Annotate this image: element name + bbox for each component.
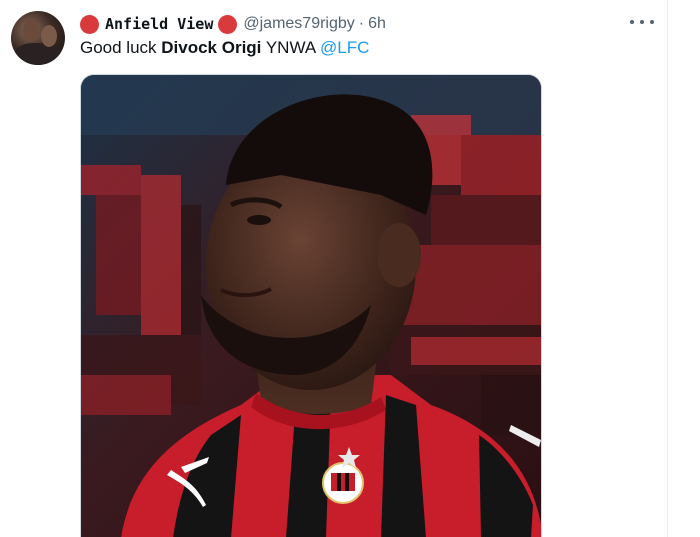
- user-handle[interactable]: @james79rigby: [243, 15, 354, 33]
- tweet-media-image[interactable]: [80, 74, 542, 537]
- tweet-header: Anfield View @james79rigby · 6h: [80, 13, 386, 35]
- more-horizontal-icon[interactable]: [630, 14, 654, 30]
- tweet-text-bold: Divock Origi: [161, 38, 262, 57]
- mention-link[interactable]: @LFC: [320, 38, 369, 57]
- separator-dot: ·: [358, 15, 365, 32]
- display-name[interactable]: Anfield View: [105, 15, 213, 33]
- avatar-face-shape: [23, 19, 39, 41]
- avatar-body-shape: [15, 43, 61, 65]
- avatar[interactable]: [11, 11, 65, 65]
- player-photo: [81, 75, 541, 537]
- tweet-card[interactable]: Anfield View @james79rigby · 6h Good luc…: [0, 0, 668, 537]
- tweet-text: Good luck Divock Origi YNWA @LFC: [80, 38, 369, 58]
- right-gutter: [669, 0, 700, 537]
- red-circle-icon: [218, 14, 238, 34]
- tweet-text-mid: YNWA: [261, 38, 320, 57]
- avatar-face-shape: [41, 25, 57, 47]
- tweet-time[interactable]: 6h: [368, 15, 386, 33]
- tweet-text-prefix: Good luck: [80, 38, 162, 57]
- red-circle-icon: [80, 14, 99, 34]
